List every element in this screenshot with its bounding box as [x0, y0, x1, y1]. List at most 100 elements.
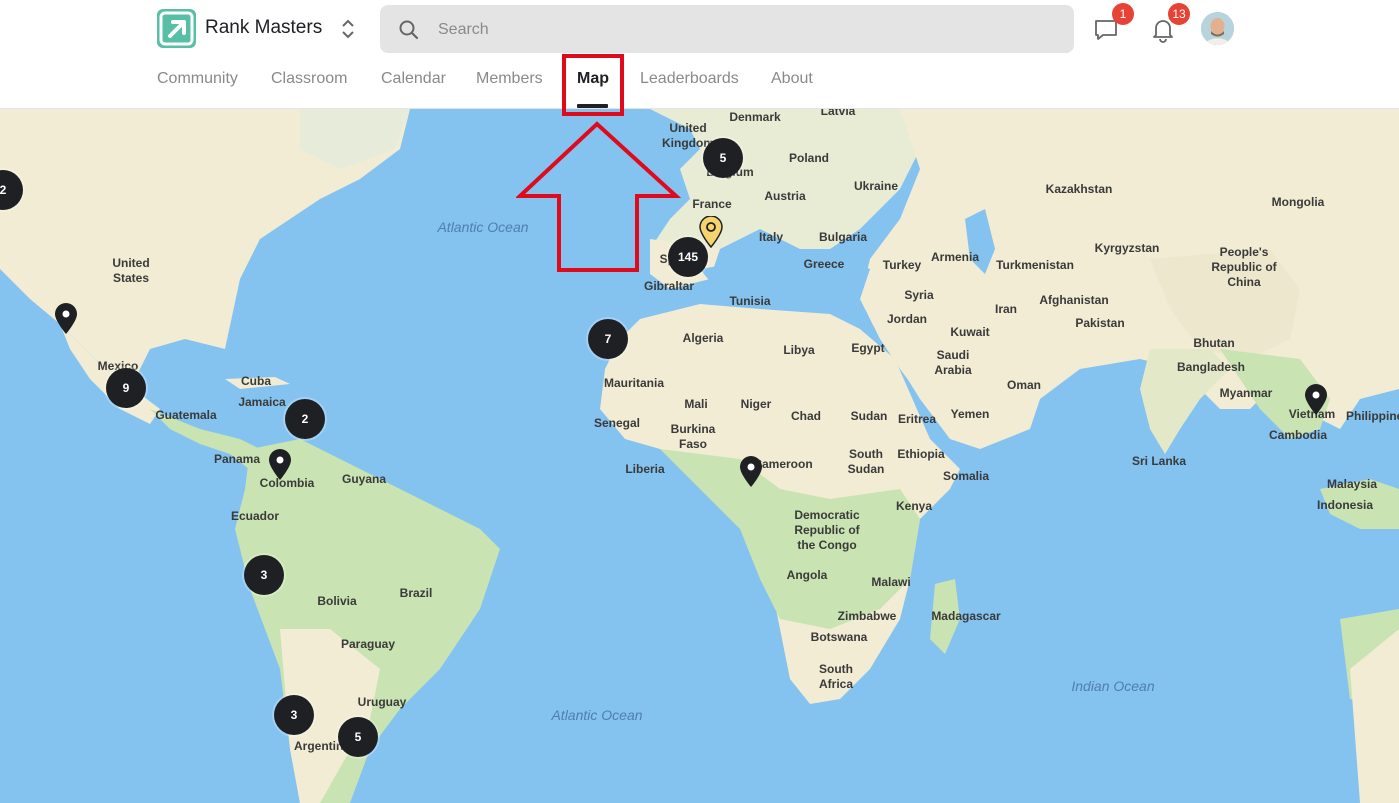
ocean-label: Indian Ocean [1071, 678, 1155, 694]
country-label: Pakistan [1075, 316, 1125, 330]
country-label: Mauritania [603, 376, 665, 390]
country-label: Greece [803, 257, 845, 271]
annotation-highlight-box [562, 54, 624, 116]
user-avatar-image [1201, 12, 1234, 45]
country-label: Turkey [882, 258, 922, 272]
country-label: Afghanistan [1039, 293, 1109, 307]
country-label: Italy [758, 230, 784, 244]
country-label: Cambodia [1268, 428, 1328, 442]
app-logo[interactable] [157, 9, 196, 48]
country-label: Kenya [895, 499, 933, 513]
country-label: Bangladesh [1176, 360, 1246, 374]
country-label: Austria [764, 189, 806, 203]
country-label: Ecuador [230, 509, 280, 523]
country-label: Panama [213, 452, 261, 466]
country-label: Cuba [241, 374, 271, 388]
country-label: Kuwait [950, 325, 990, 339]
country-label: Chad [791, 409, 821, 423]
map-pin-icon[interactable] [53, 303, 79, 335]
country-label: Mongolia [1271, 195, 1325, 209]
country-label: Eritrea [897, 412, 937, 426]
map-pin-icon[interactable] [738, 456, 764, 488]
member-cluster[interactable]: 7 [588, 319, 628, 359]
ocean-label: Atlantic Ocean [551, 707, 643, 723]
country-label: Kazakhstan [1045, 182, 1113, 196]
country-label: Malaysia [1326, 477, 1378, 491]
country-label: Kyrgyzstan [1094, 241, 1160, 255]
country-label: Egypt [851, 341, 885, 355]
country-label: Tunisia [729, 294, 771, 308]
tab-calendar[interactable]: Calendar [381, 70, 446, 88]
country-label: Jordan [886, 312, 928, 326]
country-label: Madagascar [931, 609, 1001, 623]
country-label: Ukraine [853, 179, 899, 193]
annotation-arrow-icon [516, 121, 682, 272]
search-bar[interactable] [380, 5, 1074, 53]
member-cluster[interactable]: 3 [274, 695, 314, 735]
country-label: Bolivia [317, 594, 357, 608]
map-pin-icon[interactable] [1303, 384, 1329, 416]
notifications-button[interactable]: 13 [1149, 3, 1190, 43]
chat-button[interactable]: 1 [1093, 3, 1134, 43]
country-label: Oman [1006, 378, 1042, 392]
country-label: Brazil [399, 586, 433, 600]
member-cluster[interactable]: 5 [338, 717, 378, 757]
country-label: Senegal [593, 416, 641, 430]
country-label: Mali [684, 397, 708, 411]
map-land-layer [0, 109, 1399, 803]
country-label: People's Republic of China [1211, 245, 1277, 289]
tab-community[interactable]: Community [157, 70, 238, 88]
country-label: Liberia [625, 462, 665, 476]
my-location-pin-icon[interactable] [698, 216, 724, 248]
ocean-label: Atlantic Ocean [437, 219, 529, 235]
country-label: Poland [788, 151, 830, 165]
tab-members[interactable]: Members [476, 70, 543, 88]
map-pin-icon[interactable] [267, 449, 293, 481]
country-label: Sudan [850, 409, 888, 423]
member-cluster[interactable]: 5 [703, 138, 743, 178]
country-label: Bulgaria [818, 230, 868, 244]
tab-about[interactable]: About [771, 70, 813, 88]
search-input[interactable] [436, 17, 1040, 43]
country-label: South Sudan [847, 447, 885, 476]
community-switcher-icon[interactable] [338, 16, 358, 42]
country-label: Botswana [810, 630, 868, 644]
country-label: United States [112, 256, 150, 285]
member-cluster[interactable]: 9 [106, 368, 146, 408]
avatar[interactable] [1201, 12, 1234, 45]
tab-classroom[interactable]: Classroom [271, 70, 347, 88]
notifications-badge: 13 [1168, 3, 1190, 25]
country-label: France [692, 197, 732, 211]
country-label: Uruguay [357, 695, 407, 709]
tab-leaderboards[interactable]: Leaderboards [640, 70, 739, 88]
country-label: Iran [994, 302, 1018, 316]
country-label: Democratic Republic of the Congo [794, 508, 860, 552]
country-label: Latvia [820, 109, 856, 118]
country-label: Syria [904, 288, 934, 302]
country-label: Myanmar [1219, 386, 1273, 400]
search-icon [399, 20, 419, 40]
country-label: Niger [740, 397, 772, 411]
member-cluster[interactable]: 3 [244, 555, 284, 595]
country-label: Ethiopia [897, 447, 945, 461]
country-label: Guyana [341, 472, 387, 486]
country-label: Gibraltar [643, 279, 695, 293]
country-label: Libya [783, 343, 815, 357]
country-label: Angola [786, 568, 828, 582]
country-label: Yemen [950, 407, 990, 421]
country-label: Zimbabwe [837, 609, 897, 623]
brand-name[interactable]: Rank Masters [205, 17, 322, 39]
world-map[interactable]: Atlantic Ocean Atlantic Ocean Indian Oce… [0, 109, 1399, 803]
country-label: Saudi Arabia [934, 348, 972, 377]
country-label: Guatemala [155, 408, 217, 422]
country-label: Bhutan [1193, 336, 1235, 350]
member-cluster[interactable]: 2 [285, 399, 325, 439]
chat-badge: 1 [1112, 3, 1134, 25]
country-label: Sri Lanka [1131, 454, 1187, 468]
country-label: Denmark [729, 110, 781, 124]
country-label: Indonesia [1316, 498, 1374, 512]
country-label: Turkmenistan [996, 258, 1074, 272]
country-label: Philippines [1345, 409, 1399, 423]
country-label: Somalia [942, 469, 990, 483]
country-label: Burkina Faso [670, 422, 716, 451]
